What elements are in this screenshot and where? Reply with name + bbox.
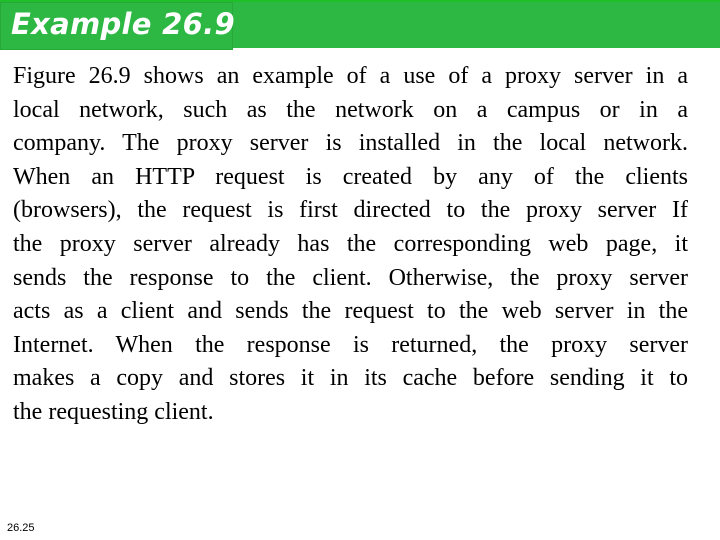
paragraph-line: the proxy server already has the corresp… xyxy=(13,230,688,257)
paragraph-line: (browsers), the request is first directe… xyxy=(13,197,688,224)
paragraph-line: When an HTTP request is created by any o… xyxy=(13,163,688,190)
page-number: 26.25 xyxy=(7,522,35,534)
paragraph-line: the requesting client. xyxy=(13,398,214,425)
body-paragraph: Figure 26.9 shows an example of a use of… xyxy=(13,60,688,430)
paragraph-line: company. The proxy server is installed i… xyxy=(13,130,688,157)
paragraph-line: Internet. When the response is returned,… xyxy=(13,331,688,358)
paragraph-line: makes a copy and stores it in its cache … xyxy=(13,365,688,392)
slide-title: Example 26.9 xyxy=(11,7,235,41)
title-box: Example 26.9 xyxy=(0,2,235,50)
paragraph-line: acts as a client and sends the request t… xyxy=(13,298,688,325)
paragraph-line: local network, such as the network on a … xyxy=(13,96,688,123)
paragraph-line: Figure 26.9 shows an example of a use of… xyxy=(13,63,688,89)
paragraph-line: sends the response to the client. Otherw… xyxy=(13,264,688,291)
header-bar: Example 26.9 xyxy=(0,0,720,50)
